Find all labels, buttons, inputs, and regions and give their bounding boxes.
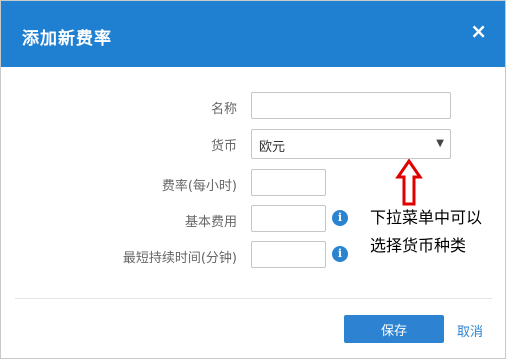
name-label: 名称	[210, 102, 237, 117]
close-icon[interactable]: ×	[470, 21, 487, 41]
currency-select[interactable]: 欧元 ▼	[251, 129, 451, 159]
annotation-text: 下拉菜单中可以 选择货币种类	[370, 204, 500, 260]
base-fee-input[interactable]	[251, 205, 326, 232]
name-input[interactable]	[251, 92, 451, 119]
dialog-header: 添加新费率 ×	[1, 1, 505, 67]
info-icon[interactable]: i	[332, 246, 348, 262]
dialog-title: 添加新费率	[22, 29, 112, 49]
rate-label: 费率(每小时)	[161, 179, 237, 194]
info-icon[interactable]: i	[332, 210, 348, 226]
footer-divider	[15, 298, 492, 299]
add-rate-dialog: 添加新费率 × 名称 货币 欧元 ▼ 费率(每小时) 基本费用 i 最短持续时间…	[0, 0, 506, 359]
chevron-down-icon: ▼	[436, 138, 444, 149]
annotation-line-2: 选择货币种类	[370, 236, 467, 255]
min-duration-input[interactable]	[251, 241, 326, 268]
rate-input[interactable]	[251, 169, 326, 196]
annotation-line-1: 下拉菜单中可以	[370, 208, 483, 227]
save-button[interactable]: 保存	[344, 315, 444, 343]
currency-label: 货币	[210, 139, 237, 154]
min-duration-label: 最短持续时间(分钟)	[122, 251, 237, 266]
currency-selected-value: 欧元	[259, 140, 286, 155]
cancel-link[interactable]: 取消	[457, 321, 483, 340]
base-fee-label: 基本费用	[184, 215, 237, 230]
arrow-up-icon	[395, 159, 423, 206]
